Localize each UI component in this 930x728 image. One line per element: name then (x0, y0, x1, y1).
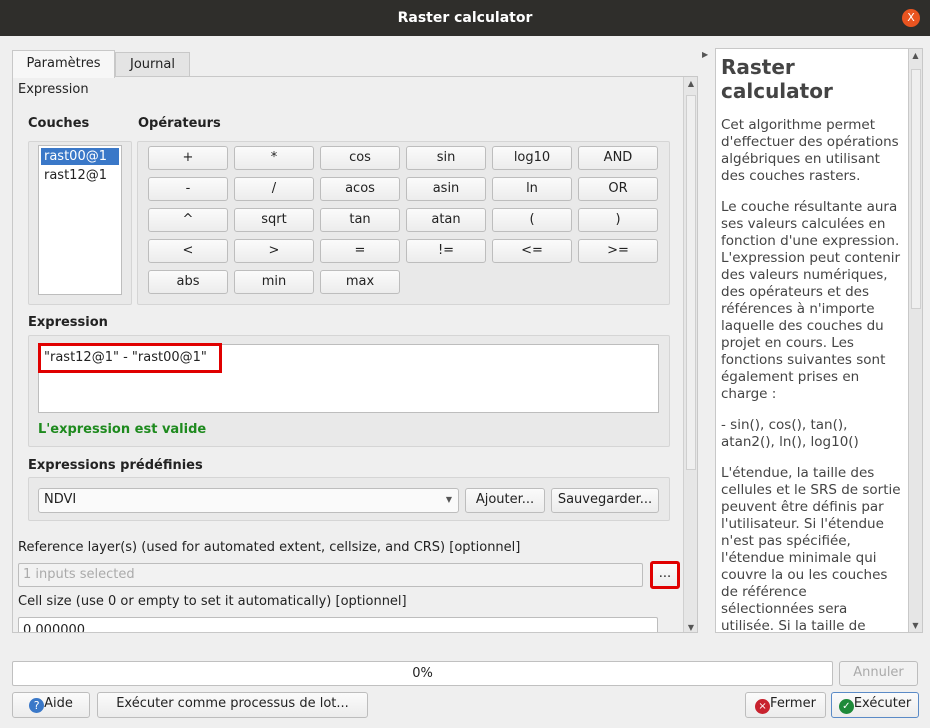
help-icon: ? (29, 698, 45, 713)
layer-item-selected[interactable]: rast00@1 (41, 148, 119, 165)
batch-button[interactable]: Exécuter comme processus de lot... (97, 692, 368, 718)
layers-label: Couches (28, 116, 90, 131)
expression-textarea[interactable]: "rast12@1" - "rast00@1" (38, 343, 659, 413)
operator-button[interactable]: ^ (148, 208, 228, 232)
close-icon[interactable]: X (902, 9, 920, 27)
panel-scrollbar[interactable]: ▲ ▼ (683, 77, 697, 632)
operator-button[interactable]: acos (320, 177, 400, 201)
reference-label: Reference layer(s) (used for automated e… (18, 540, 521, 555)
operator-button[interactable]: log10 (492, 146, 572, 170)
scroll-down-icon[interactable]: ▼ (684, 623, 697, 632)
operator-button[interactable]: tan (320, 208, 400, 232)
cellsize-input[interactable]: 0.000000 (18, 617, 658, 632)
operator-button[interactable]: - (148, 177, 228, 201)
help-button[interactable]: ? Aide (12, 692, 90, 718)
operator-button[interactable]: * (234, 146, 314, 170)
close-button[interactable]: × Fermer (745, 692, 826, 718)
operator-button[interactable]: / (234, 177, 314, 201)
operator-button[interactable]: cos (320, 146, 400, 170)
browse-button[interactable]: ... (650, 561, 680, 589)
run-button[interactable]: ✓ Exécuter (831, 692, 919, 718)
collapse-arrow-icon[interactable]: ▶ (702, 50, 708, 59)
operator-button[interactable]: atan (406, 208, 486, 232)
help-scrollbar[interactable]: ▲ ▼ (908, 48, 923, 633)
operator-button[interactable]: OR (578, 177, 658, 201)
help-paragraph: L'étendue, la taille des cellules et le … (721, 465, 901, 633)
cellsize-clip: 0.000000 (13, 617, 683, 632)
predefined-label: Expressions prédéfinies (28, 458, 203, 473)
operator-button[interactable]: ( (492, 208, 572, 232)
progress-text: 0% (412, 666, 433, 681)
scrollbar-thumb[interactable] (911, 69, 921, 309)
layers-group: rast00@1 rast12@1 (28, 141, 132, 305)
expression-label: Expression (28, 315, 108, 330)
operator-button[interactable]: min (234, 270, 314, 294)
expression-text: "rast12@1" - "rast00@1" (38, 343, 222, 373)
operator-button[interactable]: sin (406, 146, 486, 170)
add-button[interactable]: Ajouter... (465, 488, 545, 513)
operator-button[interactable]: abs (148, 270, 228, 294)
cancel-button[interactable]: Annuler (839, 661, 918, 686)
window-title: Raster calculator (397, 10, 533, 26)
scroll-up-icon[interactable]: ▲ (909, 51, 922, 60)
operator-button[interactable]: < (148, 239, 228, 263)
operator-button[interactable]: AND (578, 146, 658, 170)
operator-button[interactable]: > (234, 239, 314, 263)
operator-button[interactable]: = (320, 239, 400, 263)
validity-message: L'expression est valide (38, 422, 207, 437)
operators-label: Opérateurs (138, 116, 221, 131)
progress-bar: 0% (12, 661, 833, 686)
predefined-group: NDVI ▼ Ajouter... Sauvegarder... (28, 477, 670, 521)
operator-button[interactable]: ) (578, 208, 658, 232)
predefined-select[interactable]: NDVI ▼ (38, 488, 459, 513)
scrollbar-thumb[interactable] (686, 95, 696, 470)
help-panel: Raster calculator Cet algorithme permet … (715, 48, 909, 633)
cellsize-label: Cell size (use 0 or empty to set it auto… (18, 594, 407, 609)
layer-item[interactable]: rast12@1 (41, 167, 119, 184)
tab-parametres[interactable]: Paramètres (12, 50, 115, 78)
expression-section-label: Expression (18, 82, 89, 97)
help-paragraph: - sin(), cos(), tan(), atan2(), ln(), lo… (721, 417, 859, 450)
scroll-down-icon[interactable]: ▼ (909, 621, 922, 630)
close-button-label: Fermer (770, 696, 816, 711)
operator-button[interactable]: ln (492, 177, 572, 201)
operator-button[interactable]: sqrt (234, 208, 314, 232)
tab-journal[interactable]: Journal (115, 52, 190, 77)
operator-button[interactable]: <= (492, 239, 572, 263)
run-button-label: Exécuter (853, 696, 912, 711)
reference-input[interactable]: 1 inputs selected (18, 563, 643, 587)
help-button-label: Aide (44, 696, 73, 711)
expression-group: "rast12@1" - "rast00@1" L'expression est… (28, 335, 670, 447)
help-paragraph: Cet algorithme permet d'effectuer des op… (721, 117, 899, 184)
check-icon: ✓ (838, 699, 854, 714)
help-title: Raster calculator (721, 55, 833, 103)
scroll-up-icon[interactable]: ▲ (684, 79, 697, 88)
help-paragraph: Le couche résultante aura ses valeurs ca… (721, 199, 901, 402)
operator-button[interactable]: != (406, 239, 486, 263)
chevron-down-icon: ▼ (445, 495, 452, 504)
operator-button[interactable]: max (320, 270, 400, 294)
close-x-icon: × (755, 699, 771, 714)
title-bar: Raster calculator (0, 0, 930, 36)
layers-list[interactable]: rast00@1 rast12@1 (38, 145, 122, 295)
operator-button[interactable]: asin (406, 177, 486, 201)
operator-button[interactable]: >= (578, 239, 658, 263)
predefined-value: NDVI (44, 492, 77, 507)
operator-button[interactable]: + (148, 146, 228, 170)
save-button[interactable]: Sauvegarder... (551, 488, 659, 513)
